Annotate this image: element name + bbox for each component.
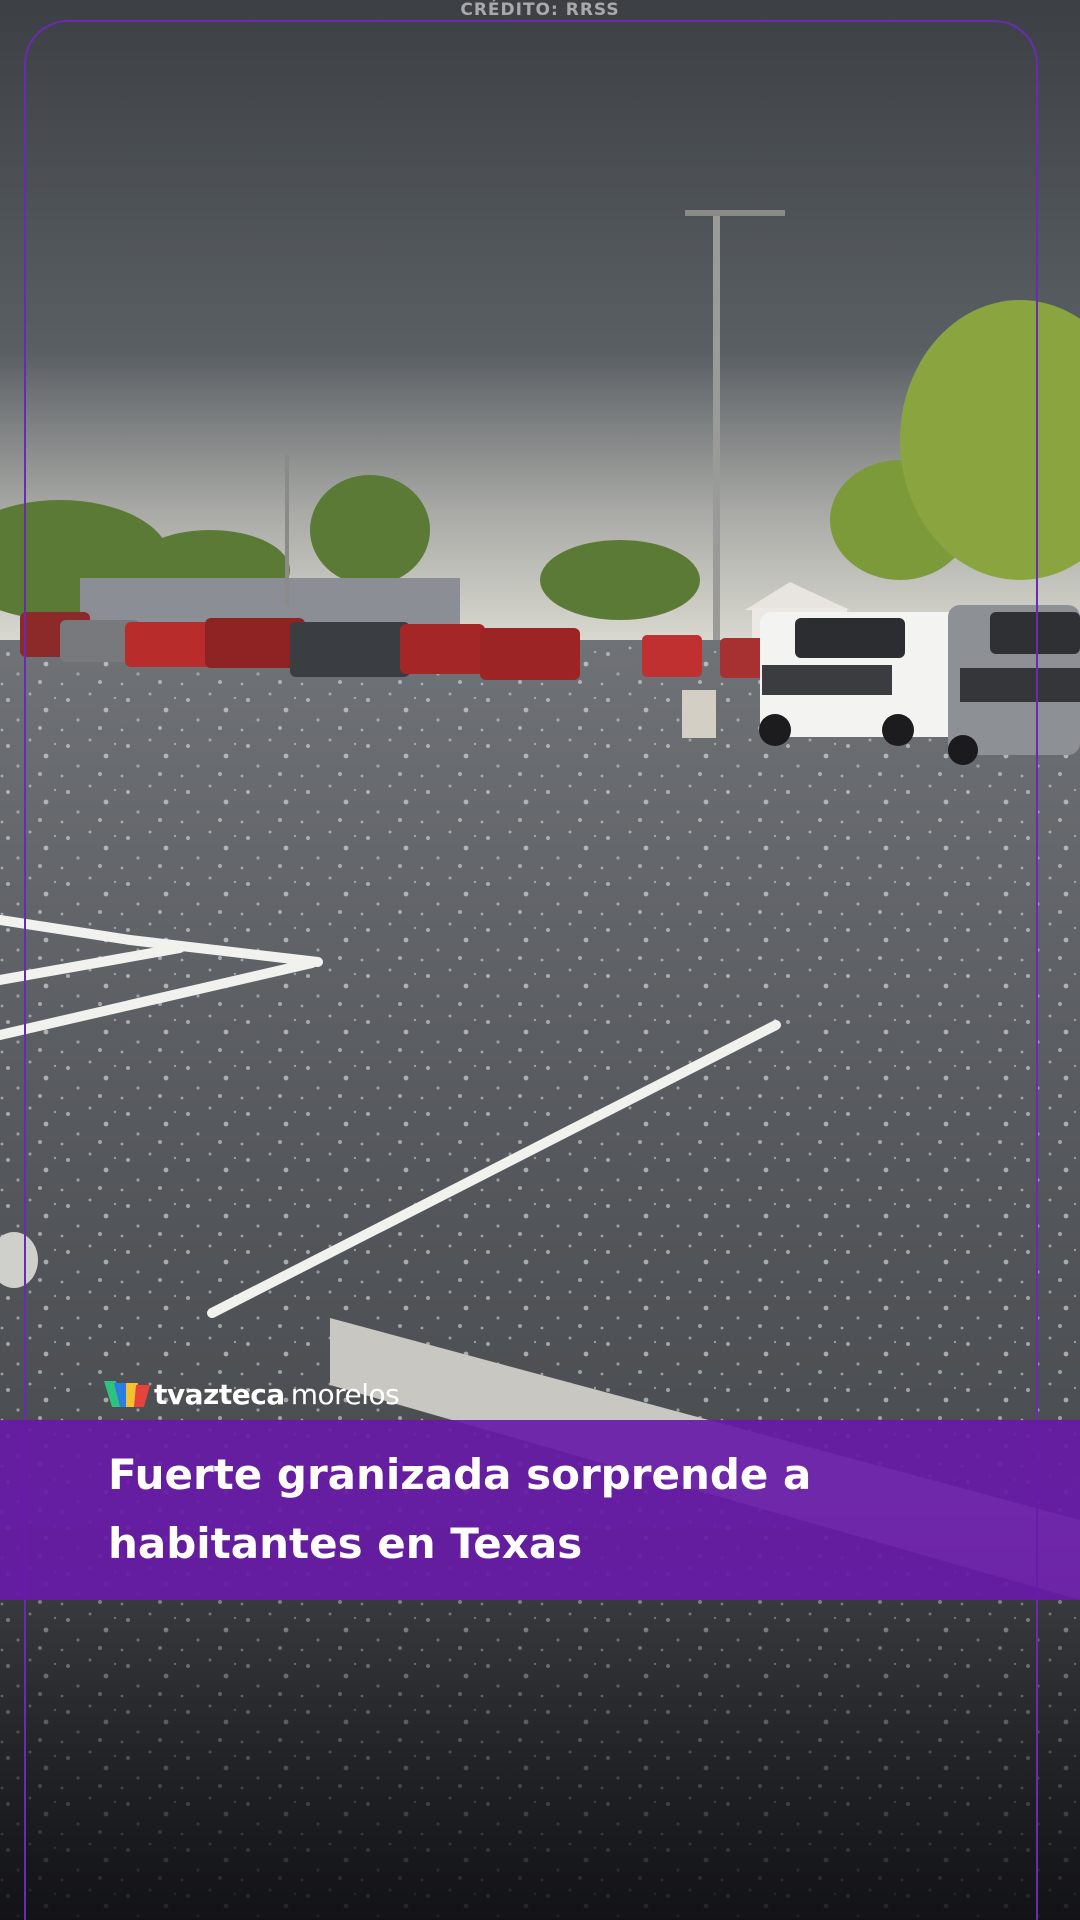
tv-azteca-logo-icon	[104, 1381, 150, 1407]
headline-text: Fuerte granizada sorprende a habitantes …	[108, 1450, 812, 1568]
grey-pickup-truck	[948, 605, 1080, 765]
channel-logo: tvazteca morelos	[104, 1372, 400, 1416]
photo-credit: CRÉDITO: RRSS	[460, 0, 620, 20]
logo-region-text: morelos	[290, 1377, 400, 1411]
white-pickup-truck	[759, 612, 960, 746]
logo-brand-text: tvazteca	[154, 1377, 285, 1411]
video-frame-hail-parking-lot	[0, 0, 1080, 1920]
